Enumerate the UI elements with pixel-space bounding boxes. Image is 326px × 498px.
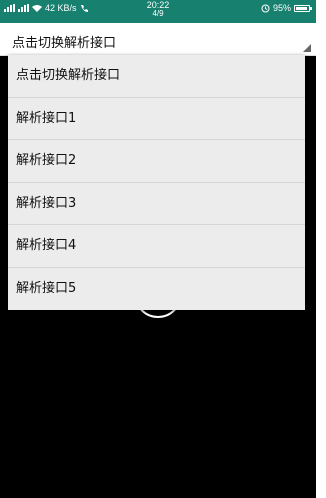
dropdown-item-interface-5[interactable]: 解析接口5 (8, 268, 305, 311)
page-margin (316, 0, 326, 498)
status-right: 95% (261, 2, 312, 14)
interface-spinner[interactable]: 点击切换解析接口 (0, 23, 316, 56)
dropdown-item-interface-4[interactable]: 解析接口4 (8, 225, 305, 268)
phone-screen: 42 KB/s 20:22 4/9 95% 点击切换解析接口 点击切换解析接口 … (0, 0, 316, 498)
spinner-dropdown-list: 点击切换解析接口 解析接口1 解析接口2 解析接口3 解析接口4 解析接口5 (8, 55, 305, 310)
battery-icon (294, 4, 312, 12)
alarm-icon (261, 4, 270, 12)
dropdown-item-interface-3[interactable]: 解析接口3 (8, 183, 305, 225)
dropdown-item-default[interactable]: 点击切换解析接口 (8, 55, 305, 98)
spinner-selected-label: 点击切换解析接口 (12, 36, 117, 51)
battery-percent: 95% (272, 3, 291, 13)
dropdown-item-interface-2[interactable]: 解析接口2 (8, 140, 305, 183)
status-bar: 42 KB/s 20:22 4/9 95% (0, 0, 316, 23)
dropdown-arrow-icon (303, 44, 311, 52)
dropdown-item-interface-1[interactable]: 解析接口1 (8, 98, 305, 140)
